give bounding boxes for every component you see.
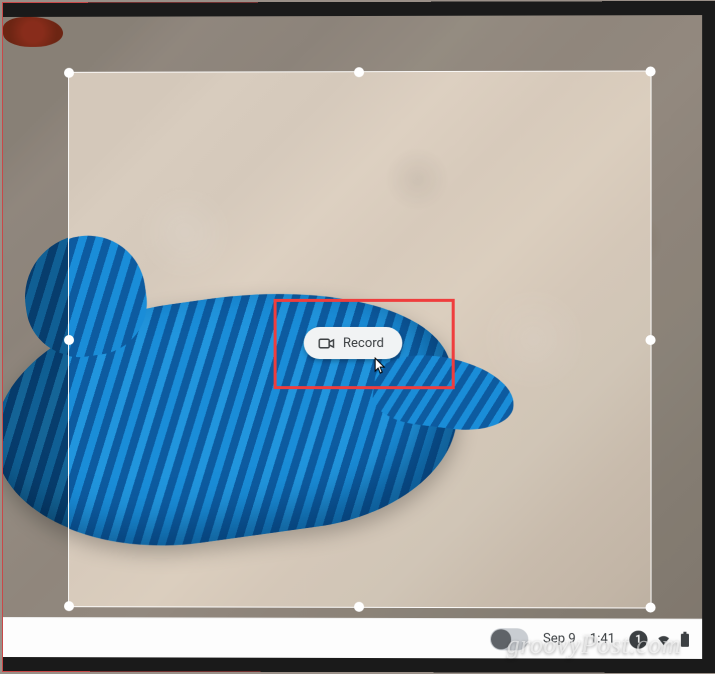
monitor-bezel: Record Sep 9 1:41 1 [3, 1, 715, 673]
resize-handle-top-middle[interactable] [354, 67, 364, 77]
resize-handle-top-right[interactable] [645, 66, 655, 76]
resize-handle-bottom-left[interactable] [64, 601, 74, 611]
resize-handle-middle-left[interactable] [64, 334, 74, 344]
resize-handle-bottom-middle[interactable] [354, 602, 364, 612]
record-button-label: Record [343, 335, 384, 350]
battery-icon [680, 631, 690, 647]
resize-handle-bottom-right[interactable] [645, 602, 655, 612]
resize-handle-middle-right[interactable] [645, 334, 655, 344]
resize-handle-top-left[interactable] [64, 68, 74, 78]
screen: Record Sep 9 1:41 1 [3, 15, 702, 659]
videocam-icon [318, 334, 335, 351]
watermark-text: groovyPost.com [507, 630, 681, 660]
cursor-pointer-icon [372, 357, 388, 377]
record-button[interactable]: Record [304, 327, 402, 359]
